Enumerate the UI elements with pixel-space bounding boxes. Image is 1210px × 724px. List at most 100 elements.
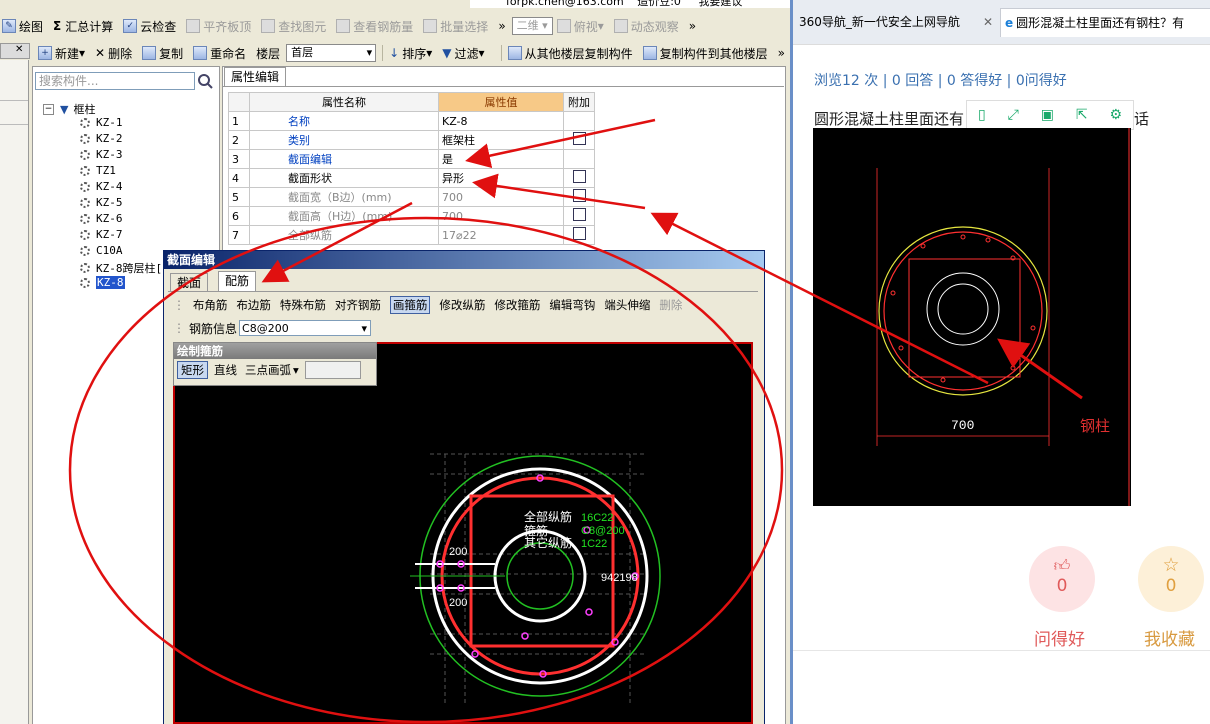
sort-button[interactable]: ↓ 排序 ▾ [389,45,432,62]
attach-checkbox[interactable] [572,227,586,240]
summary-calc-button[interactable]: Σ 汇总计算 [53,18,113,35]
copy-from-floor-button[interactable]: 从其他楼层复制构件 [507,45,633,62]
rebar-info-select[interactable]: C8@200 ▾ [239,320,372,336]
browser-tab-question[interactable]: e 圆形混凝土柱里面还有钢柱？有 [1000,8,1210,37]
rename-button[interactable]: 重命名 [193,45,246,62]
orbit-button[interactable]: 动态观察 [613,18,679,35]
tree-item[interactable]: KZ-6 [80,212,123,225]
component-icon [80,263,90,273]
property-value[interactable]: 是 [438,149,564,169]
find-element-button[interactable]: 查找图元 [261,18,326,35]
tree-item[interactable]: KZ-7 [80,228,123,241]
tree-item[interactable]: KZ-2 [80,132,123,145]
table-row[interactable]: 3 截面编辑是 [228,149,595,169]
align-icon [186,19,201,33]
view-2d-select[interactable]: 二维 ▾ [511,17,553,35]
ribbon-button[interactable]: 修改纵筋 [439,297,485,313]
chevron-down-icon[interactable]: ▾ [293,363,299,377]
property-value[interactable]: 框架柱 [438,130,564,150]
ribbon-button[interactable]: 修改箍筋 [494,297,540,313]
chevron-more-icon[interactable]: » [778,46,785,60]
component-icon [80,245,90,256]
tree-item[interactable]: KZ-5 [80,196,123,209]
top-view-button[interactable]: 俯视 ▾ [556,18,604,35]
close-icon[interactable]: ✕ [15,44,23,55]
table-row[interactable]: 7 全部纵筋 17⌀22 [228,225,595,245]
tree-item[interactable]: KZ-1 [80,116,123,129]
browser-tab-360[interactable]: 360导航_新一代安全上网导航 ✕ [799,8,997,36]
properties-body: 1 名称 KZ-8 2 类别 框架柱 3 截面编辑是 4 截面形状 异形 5 截面宽（B边）(mm) 70… [228,111,595,245]
draw-button[interactable]: ✎ 绘图 [2,18,43,35]
attach-checkbox[interactable] [572,170,586,183]
attach-cell[interactable] [563,168,595,188]
floor-label: 楼层 [256,46,281,61]
ribbon-button[interactable]: 布边筋 [236,297,271,313]
table-row[interactable]: 1 名称 KZ-8 [228,111,595,131]
table-row[interactable]: 2 类别 框架柱 [228,130,595,150]
ribbon-button[interactable]: 删除 [659,297,682,313]
cloud-check-button[interactable]: ✓ 云检查 [123,18,176,35]
question-image[interactable]: 700 [813,128,1131,506]
align-slab-top-button[interactable]: 平齐板顶 [186,18,251,35]
attach-cell[interactable] [563,225,595,245]
property-value[interactable]: 700 [438,187,564,207]
ribbon-button[interactable]: 编辑弯钩 [549,297,595,313]
copy-to-floor-button[interactable]: 复制构件到其他楼层 [642,45,768,62]
attach-checkbox[interactable] [572,189,586,202]
ribbon-button[interactable]: 特殊布筋 [280,297,326,313]
section-drawing-canvas[interactable]: 全部纵筋 箍筋 其它纵筋 200 200 942198 16C22 C8@200… [173,342,753,724]
phone-icon[interactable]: ▯ [978,107,986,123]
close-icon[interactable]: ✕ [983,8,993,36]
property-value[interactable]: 异形 [438,168,564,188]
arc-mode-button[interactable]: 三点画弧 [245,362,291,378]
table-row[interactable]: 4 截面形状 异形 [228,168,595,188]
property-value[interactable]: 700 [438,206,564,226]
tree-item[interactable]: KZ-8跨层柱[ [80,260,162,276]
tab-property-edit[interactable]: 属性编辑 [224,67,287,86]
tree-root[interactable]: − ▼ 框柱 [43,101,95,117]
property-value[interactable]: 17⌀22 [438,225,564,245]
batch-select-button[interactable]: 批量选择 [423,18,488,35]
fullscreen-icon[interactable]: ⤢ [1008,107,1019,123]
tab-section[interactable]: 截面 [170,273,209,292]
settings-icon[interactable]: ⚙ [1109,107,1122,123]
mode-option-select[interactable] [304,361,361,379]
attach-cell[interactable] [563,187,595,207]
table-row[interactable]: 6 截面高（H边）(mm) 700 [228,206,595,226]
copy-button[interactable]: 复制 [142,45,183,62]
delete-button[interactable]: ✕ 删除 [95,45,132,62]
ask-good-button[interactable]: 👍︎ 0 [1029,546,1095,612]
tree-item[interactable]: C10A [80,244,123,257]
section-drawing: 全部纵筋 箍筋 其它纵筋 200 200 942198 16C22 C8@200… [410,453,661,704]
collapse-icon[interactable]: − [43,103,54,115]
line-mode-button[interactable]: 直线 [214,362,237,378]
share-icon[interactable]: ⇱ [1076,107,1088,123]
ribbon-button[interactable]: 端头伸缩 [604,297,650,313]
property-value[interactable]: KZ-8 [438,111,564,131]
chevron-more-icon[interactable]: » [689,19,696,33]
ribbon-button[interactable]: 布角筋 [193,297,228,313]
attach-checkbox[interactable] [572,208,586,221]
tree-item[interactable]: TZ1 [80,164,116,177]
new-button[interactable]: + 新建 ▾ [38,45,85,62]
ribbon-button[interactable]: 对齐钢筋 [335,297,381,313]
suggest-link[interactable]: 我要建议 [698,0,742,8]
tree-item[interactable]: KZ-8 [80,276,125,289]
attach-checkbox[interactable] [572,132,586,145]
floor-select[interactable]: 首层 ▾ [286,44,377,62]
search-component-input[interactable]: 搜索构件... [35,72,195,90]
filter-button[interactable]: ▼ 过滤 ▾ [442,45,484,62]
chevron-more-icon[interactable]: » [498,19,505,33]
rect-mode-button[interactable]: 矩形 [177,361,208,379]
ribbon-button[interactable]: 画箍筋 [389,296,431,314]
table-row[interactable]: 5 截面宽（B边）(mm) 700 [228,187,595,207]
tab-rebar[interactable]: 配筋 [218,271,257,292]
collect-button[interactable]: ☆ 0 [1138,546,1204,612]
attach-cell[interactable] [563,130,595,150]
view-rebar-button[interactable]: 查看钢筋量 [336,18,413,35]
search-icon[interactable] [196,72,216,90]
attach-cell[interactable] [563,206,595,226]
save-icon[interactable]: ▣ [1041,107,1054,123]
tree-item[interactable]: KZ-3 [80,148,123,161]
tree-item[interactable]: KZ-4 [80,180,123,193]
